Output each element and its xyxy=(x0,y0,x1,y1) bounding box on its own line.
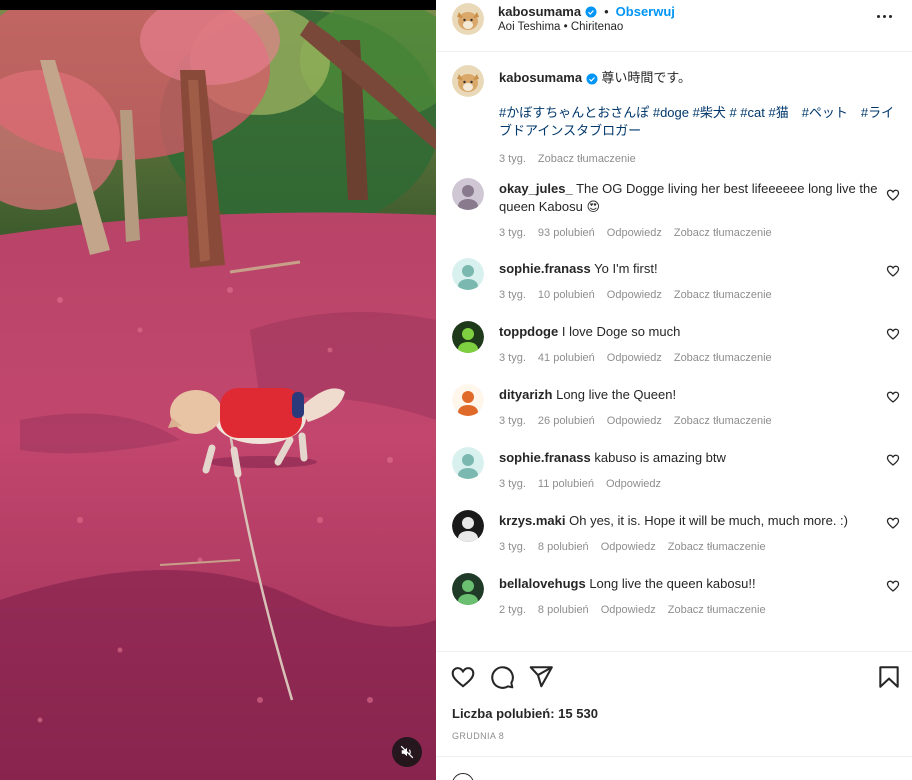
commenter-username[interactable]: sophie.franass xyxy=(499,450,591,465)
author-username[interactable]: kabosumama xyxy=(498,4,581,19)
reply-button[interactable]: Odpowiedz xyxy=(606,475,661,493)
heart-icon[interactable] xyxy=(450,664,476,690)
muted-speaker-icon xyxy=(400,745,414,759)
see-translation-link[interactable]: Zobacz tłumaczenie xyxy=(674,412,772,430)
comment-likes-count[interactable]: 10 polubień xyxy=(538,286,595,304)
commenter-username[interactable]: krzys.maki xyxy=(499,513,566,528)
bookmark-icon[interactable] xyxy=(876,664,902,690)
comment-time: 3 tyg. xyxy=(499,352,526,364)
audio-location-line[interactable]: Aoi Teshima • Chiritenao xyxy=(498,21,623,33)
commenter-avatar[interactable] xyxy=(452,447,484,479)
video-top-bar xyxy=(0,0,436,10)
reply-button[interactable]: Odpowiedz xyxy=(607,349,662,367)
reply-button[interactable]: Odpowiedz xyxy=(601,538,656,556)
separator-dot: • xyxy=(604,4,609,19)
verified-badge-icon xyxy=(585,6,597,17)
comment-time: 3 tyg. xyxy=(499,541,526,553)
caption-hashtags[interactable]: #かぼすちゃんとおさんぽ #doge #柴犬 # #cat #猫 #ペット #ラ… xyxy=(499,104,899,140)
comment-text: I love Doge so much xyxy=(561,324,681,339)
video-frame xyxy=(0,0,436,780)
comment-time: 3 tyg. xyxy=(499,478,526,490)
reply-button[interactable]: Odpowiedz xyxy=(607,286,662,304)
see-translation-link[interactable]: Zobacz tłumaczenie xyxy=(674,349,772,367)
comment-likes-count[interactable]: 11 polubień xyxy=(538,475,594,493)
reply-button[interactable]: Odpowiedz xyxy=(607,412,662,430)
see-translation-link[interactable]: Zobacz tłumaczenie xyxy=(668,538,766,556)
comment-heart-icon[interactable] xyxy=(886,264,900,278)
post-side-panel: kabosumama • Obserwuj Aoi Teshima • Chir… xyxy=(436,0,912,780)
comment-likes-count[interactable]: 93 polubień xyxy=(538,224,595,242)
comment-heart-icon[interactable] xyxy=(886,579,900,593)
comment-text: Yo I'm first! xyxy=(594,261,658,276)
post-actions-bar xyxy=(436,651,912,701)
see-translation-link[interactable]: Zobacz tłumaczenie xyxy=(538,150,636,168)
reply-button[interactable]: Odpowiedz xyxy=(601,601,656,619)
send-icon[interactable] xyxy=(528,664,554,690)
comment-likes-count[interactable]: 8 polubień xyxy=(538,601,589,619)
commenter-avatar[interactable] xyxy=(452,258,484,290)
follow-button[interactable]: Obserwuj xyxy=(616,4,675,19)
comment-time: 3 tyg. xyxy=(499,227,526,239)
comment-heart-icon[interactable] xyxy=(886,188,900,202)
comment-likes-count[interactable]: 26 polubień xyxy=(538,412,595,430)
verified-badge-icon xyxy=(586,73,598,85)
comment-text: Oh yes, it is. Hope it will be much, muc… xyxy=(569,513,848,528)
reply-button[interactable]: Odpowiedz xyxy=(607,224,662,242)
comment-heart-icon[interactable] xyxy=(886,516,900,530)
commenter-username[interactable]: sophie.franass xyxy=(499,261,591,276)
author-avatar-caption[interactable] xyxy=(452,65,484,97)
comment-time: 3 tyg. xyxy=(499,289,526,301)
author-avatar[interactable] xyxy=(452,3,484,35)
post-media-video[interactable] xyxy=(0,0,436,780)
commenter-username[interactable]: bellalovehugs xyxy=(499,576,586,591)
more-options-icon[interactable] xyxy=(872,7,896,25)
commenter-username[interactable]: okay_jules_ xyxy=(499,181,573,196)
comment-time: 2 tyg. xyxy=(499,604,526,616)
comments-list[interactable]: kabosumama 尊い時間です。 #かぼすちゃんとおさんぽ #doge #柴… xyxy=(436,53,912,649)
likes-count[interactable]: Liczba polubień: 15 530 xyxy=(452,706,598,721)
caption-time: 3 tyg. xyxy=(499,153,526,165)
comment-text: Long live the queen kabosu!! xyxy=(589,576,756,591)
see-translation-link[interactable]: Zobacz tłumaczenie xyxy=(668,601,766,619)
comment-likes-count[interactable]: 8 polubień xyxy=(538,538,589,556)
comment-likes-count[interactable]: 41 polubień xyxy=(538,349,595,367)
comment-heart-icon[interactable] xyxy=(886,453,900,467)
comment-heart-icon[interactable] xyxy=(886,327,900,341)
caption-username[interactable]: kabosumama xyxy=(499,70,582,85)
add-comment-bar xyxy=(436,756,912,780)
caption-text: 尊い時間です。 xyxy=(601,70,692,85)
emoji-icon[interactable] xyxy=(452,773,474,780)
commenter-username[interactable]: toppdoge xyxy=(499,324,558,339)
commenter-avatar[interactable] xyxy=(452,573,484,605)
comment-icon[interactable] xyxy=(489,664,515,690)
commenter-username[interactable]: dityarizh xyxy=(499,387,552,402)
comment-text: Long live the Queen! xyxy=(556,387,677,402)
see-translation-link[interactable]: Zobacz tłumaczenie xyxy=(674,286,772,304)
author-line: kabosumama • Obserwuj xyxy=(498,4,675,19)
commenter-avatar[interactable] xyxy=(452,321,484,353)
see-translation-link[interactable]: Zobacz tłumaczenie xyxy=(674,224,772,242)
comment-time: 3 tyg. xyxy=(499,415,526,427)
post-header: kabosumama • Obserwuj Aoi Teshima • Chir… xyxy=(436,0,912,52)
post-date: GRUDNIA 8 xyxy=(452,731,505,741)
mute-toggle-button[interactable] xyxy=(392,737,422,767)
comment-text: kabuso is amazing btw xyxy=(594,450,726,465)
commenter-avatar[interactable] xyxy=(452,510,484,542)
commenter-avatar[interactable] xyxy=(452,384,484,416)
commenter-avatar[interactable] xyxy=(452,178,484,210)
comment-heart-icon[interactable] xyxy=(886,390,900,404)
